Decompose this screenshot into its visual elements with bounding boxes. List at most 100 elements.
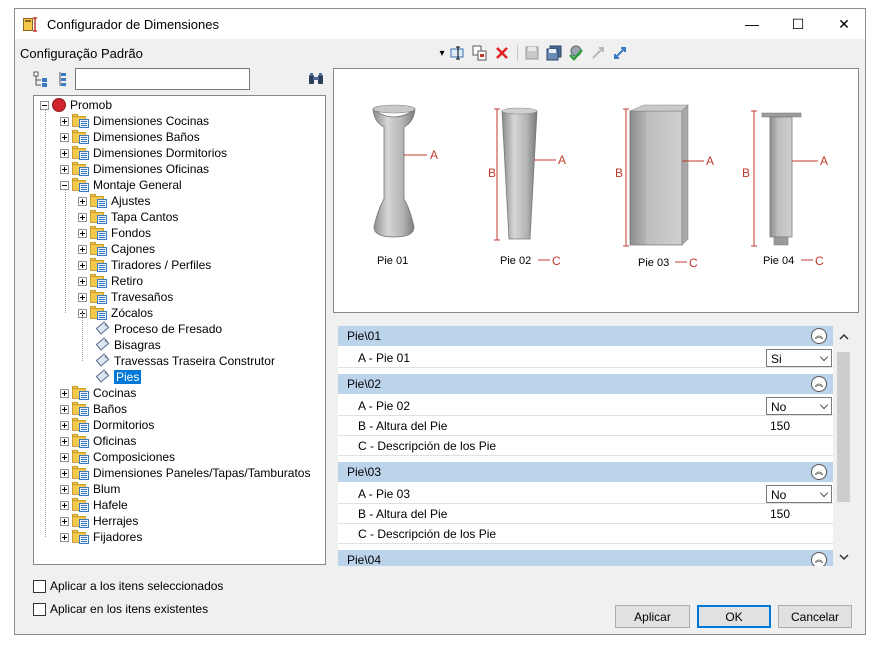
expand-icon[interactable] xyxy=(60,404,69,414)
property-group-header[interactable]: Pie\03 ︽ xyxy=(338,462,833,482)
cancel-button[interactable]: Cancelar xyxy=(778,605,852,628)
expand-icon[interactable] xyxy=(60,516,69,526)
tree-search-input[interactable] xyxy=(75,68,250,90)
minimize-button[interactable]: — xyxy=(729,9,775,39)
property-value-dropdown[interactable]: No xyxy=(766,397,832,415)
tree-node-category[interactable]: Baños xyxy=(60,401,127,417)
property-value-field[interactable]: 150 xyxy=(766,417,832,435)
scroll-down-icon[interactable] xyxy=(839,552,849,562)
expand-icon[interactable] xyxy=(60,500,69,510)
folder-icon xyxy=(72,130,90,144)
expand-icon[interactable] xyxy=(78,244,87,254)
expand-icon[interactable] xyxy=(60,532,69,542)
tree-node-subcategory[interactable]: Retiro xyxy=(78,273,143,289)
apply-button[interactable]: Aplicar xyxy=(615,605,690,628)
apply-existing-checkbox[interactable] xyxy=(33,602,46,616)
tree-node-category[interactable]: Dormitorios xyxy=(60,417,154,433)
tree-node-item[interactable]: Proceso de Fresado xyxy=(82,321,222,337)
delete-icon[interactable] xyxy=(493,44,511,62)
tree-node-subcategory[interactable]: Fondos xyxy=(78,225,151,241)
tree-node-subcategory[interactable]: Tapa Cantos xyxy=(78,209,178,225)
rename-icon[interactable] xyxy=(449,44,467,62)
property-group-header[interactable]: Pie\02 ︽ xyxy=(338,374,833,394)
expand-icon[interactable] xyxy=(60,436,69,446)
property-value-field[interactable] xyxy=(766,437,832,455)
expand-icon[interactable] xyxy=(60,148,69,158)
tree-node-category[interactable]: Dimensiones Oficinas xyxy=(60,161,209,177)
tree-node-category[interactable]: Blum xyxy=(60,481,120,497)
tree-node-subcategory[interactable]: Cajones xyxy=(78,241,155,257)
link-icon[interactable] xyxy=(611,44,629,62)
collapse-tree-icon[interactable] xyxy=(55,71,71,87)
foot-02-label: Pie 02 xyxy=(500,255,531,267)
expand-icon[interactable] xyxy=(60,468,69,478)
tree-node-subcategory[interactable]: Tiradores / Perfiles xyxy=(78,257,211,273)
tree-node-category[interactable]: Dimensiones Dormitorios xyxy=(60,145,227,161)
expand-icon[interactable] xyxy=(78,292,87,302)
tree-node-subcategory[interactable]: Travesaños xyxy=(78,289,173,305)
tree-node-item[interactable]: Bisagras xyxy=(82,337,161,353)
collapse-group-icon[interactable]: ︽ xyxy=(811,464,827,480)
tree-node-subcategory[interactable]: Zócalos xyxy=(78,305,153,321)
expand-tree-icon[interactable] xyxy=(33,71,49,87)
tree-node-item[interactable]: Travessas Traseira Construtor xyxy=(82,353,275,369)
property-group-header[interactable]: Pie\04 ︽ xyxy=(338,550,833,566)
tree-node-label: Fondos xyxy=(111,226,152,240)
expand-icon[interactable] xyxy=(78,212,87,222)
tree-node-category[interactable]: Dimensiones Cocinas xyxy=(60,113,209,129)
expand-icon[interactable] xyxy=(60,452,69,462)
save-all-icon[interactable] xyxy=(545,44,563,62)
tree-node-category[interactable]: Dimensiones Baños xyxy=(60,129,200,145)
tree-node-root[interactable]: Promob xyxy=(40,97,112,113)
expand-icon[interactable] xyxy=(78,196,87,206)
scroll-thumb[interactable] xyxy=(837,352,850,502)
apply-check-icon[interactable] xyxy=(567,44,585,62)
scroll-up-icon[interactable] xyxy=(839,332,849,342)
expand-icon[interactable] xyxy=(60,420,69,430)
tree-node-category[interactable]: Composiciones xyxy=(60,449,175,465)
tree-node-label: Tapa Cantos xyxy=(111,210,179,224)
tree-node-category[interactable]: Dimensiones Paneles/Tapas/Tamburatos xyxy=(60,465,310,481)
tag-icon xyxy=(94,322,110,336)
ok-button[interactable]: OK xyxy=(697,605,771,628)
apply-existing-option[interactable]: Aplicar en los itens existentes xyxy=(33,602,208,616)
expand-disabled-icon[interactable] xyxy=(589,44,607,62)
expand-icon[interactable] xyxy=(60,132,69,142)
expand-icon[interactable] xyxy=(60,116,69,126)
tree-node-category[interactable]: Fijadores xyxy=(60,529,142,545)
collapse-group-icon[interactable]: ︽ xyxy=(811,328,827,344)
group-title: Pie\01 xyxy=(347,329,382,343)
property-grid[interactable]: Pie\01 ︽ A - Pie 01 Si Pie\02 ︽ A - Pie 02 No B … xyxy=(338,326,833,566)
expand-icon[interactable] xyxy=(60,484,69,494)
tree-node-category[interactable]: Hafele xyxy=(60,497,128,513)
tree-node-subcategory[interactable]: Ajustes xyxy=(78,193,150,209)
tree-node-category[interactable]: Herrajes xyxy=(60,513,138,529)
category-tree[interactable]: Promob Dimensiones Cocinas Dimensiones Bañ… xyxy=(33,95,326,565)
property-group-header[interactable]: Pie\01 ︽ xyxy=(338,326,833,346)
expand-icon[interactable] xyxy=(60,388,69,398)
expand-icon[interactable] xyxy=(78,276,87,286)
tree-node-category[interactable]: Oficinas xyxy=(60,433,136,449)
binoculars-icon[interactable] xyxy=(308,71,324,87)
expand-icon[interactable] xyxy=(78,260,87,270)
expand-icon[interactable] xyxy=(78,228,87,238)
folder-icon xyxy=(72,482,90,496)
property-value-field[interactable] xyxy=(766,525,832,543)
maximize-button[interactable]: ☐ xyxy=(775,9,821,39)
property-value-dropdown[interactable]: Si xyxy=(766,349,832,367)
collapse-group-icon[interactable]: ︽ xyxy=(811,552,827,566)
tree-node-category[interactable]: Cocinas xyxy=(60,385,136,401)
close-button[interactable]: ✕ xyxy=(821,9,867,39)
tree-node-category[interactable]: Montaje General xyxy=(60,177,182,193)
copy-icon[interactable] xyxy=(471,44,489,62)
apply-selected-option[interactable]: Aplicar a los itens seleccionados xyxy=(33,579,223,593)
property-value-field[interactable]: 150 xyxy=(766,505,832,523)
expand-icon[interactable] xyxy=(60,164,69,174)
collapse-group-icon[interactable]: ︽ xyxy=(811,376,827,392)
property-grid-scrollbar[interactable] xyxy=(835,326,852,566)
apply-selected-checkbox[interactable] xyxy=(33,579,46,593)
save-disabled-icon[interactable] xyxy=(523,44,541,62)
property-value-dropdown[interactable]: No xyxy=(766,485,832,503)
tree-node-item[interactable]: Pies xyxy=(82,369,142,385)
collapse-icon[interactable] xyxy=(60,180,69,190)
